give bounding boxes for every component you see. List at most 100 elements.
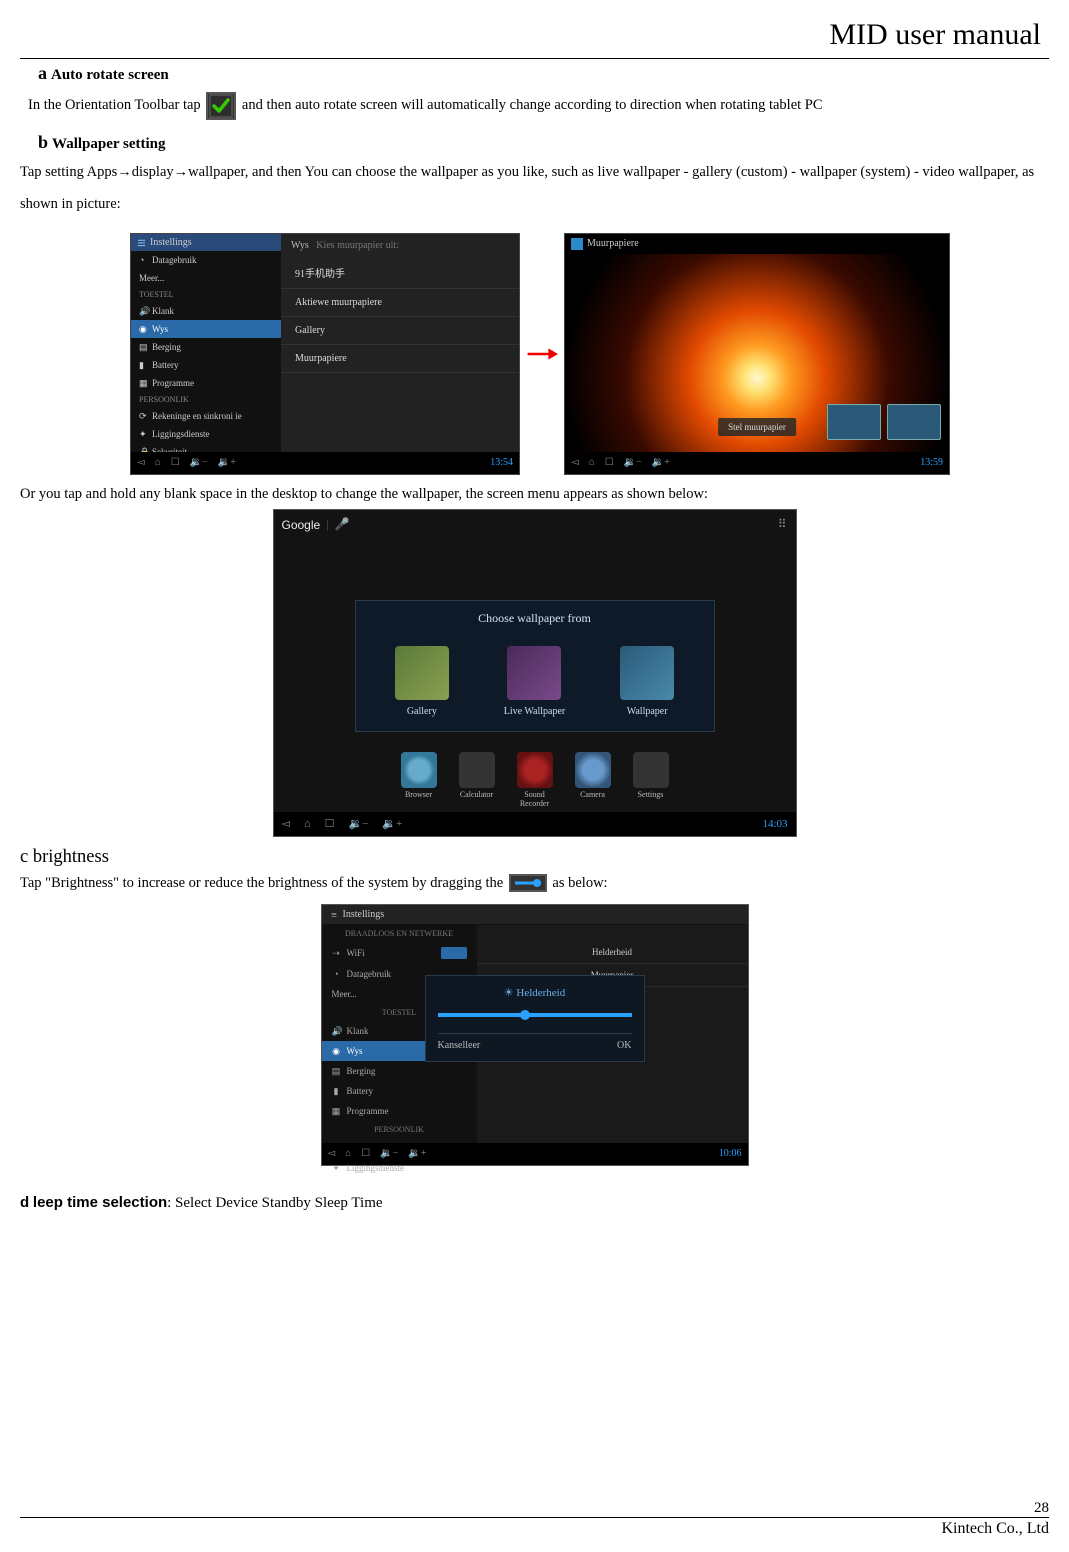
ok-button[interactable]: OK: [617, 1040, 631, 1051]
back-icon[interactable]: ◅: [328, 1148, 336, 1159]
google-search-label[interactable]: Google: [282, 518, 321, 532]
section-b-label: b: [38, 132, 48, 152]
mic-icon[interactable]: 🎤: [335, 517, 350, 532]
home-icon[interactable]: ⌂: [345, 1148, 351, 1159]
section-a-title: Auto rotate screen: [51, 67, 169, 83]
shot4-cat0: DRAADLOOS EN NETWERKE: [322, 925, 477, 942]
dialog-title: Choose wallpaper from: [366, 611, 704, 626]
shot1-item[interactable]: Berging: [152, 342, 181, 352]
footer-rule: [20, 1517, 1049, 1518]
checkbox-on-icon: [206, 92, 236, 120]
globe-icon: [401, 752, 437, 788]
data-usage-icon: ◔: [139, 255, 148, 264]
shot4-item[interactable]: WiFi: [347, 948, 365, 958]
apps-grid-icon[interactable]: ⠿: [778, 517, 788, 532]
dock-recorder[interactable]: Sound Recorder: [513, 752, 557, 808]
shot4-item-selected[interactable]: Wys: [347, 1046, 363, 1056]
shot4-item[interactable]: Battery: [347, 1086, 374, 1096]
screenshot-settings-display: Instellings ◔ Datagebruik Meer... TOESTEL…: [130, 233, 520, 475]
shot2-time: 13:59: [920, 457, 943, 468]
screenshot-brightness-dialog: ≡Instellings DRAADLOOS EN NETWERKE ⇢WiFi…: [321, 904, 749, 1166]
recent-icon[interactable]: ☐: [171, 457, 180, 468]
shot1-header: Instellings: [150, 237, 192, 248]
shot1-right-item[interactable]: Gallery: [281, 317, 519, 345]
dock-browser[interactable]: Browser: [397, 752, 441, 808]
speaker-icon: 🔊: [332, 1026, 341, 1035]
volume-down-icon[interactable]: 🔉−: [624, 457, 642, 468]
shot4-row[interactable]: Helderheid: [477, 941, 748, 964]
shot1-cat1: TOESTEL: [131, 287, 281, 302]
dock-camera[interactable]: Camera: [571, 752, 615, 808]
shot1-item[interactable]: Datagebruik: [152, 255, 196, 265]
back-icon[interactable]: ◅: [137, 457, 145, 468]
shot1-item[interactable]: Programme: [152, 378, 194, 388]
shot1-item[interactable]: Rekeninge en sinkroni ie: [152, 411, 242, 421]
brightness-slider[interactable]: [438, 1013, 632, 1017]
wallpaper-thumb[interactable]: [827, 404, 881, 440]
brightness-dialog: ☀ Helderheid Kanselleer OK: [425, 975, 645, 1062]
shot1-right-item[interactable]: Muurpapiere: [281, 345, 519, 373]
set-wallpaper-button[interactable]: Stel muurpapier: [718, 418, 796, 436]
shot1-right-item[interactable]: 91手机助手: [281, 257, 519, 289]
shot1-item[interactable]: Klank: [152, 306, 174, 316]
shot2-header: Muurpapiere: [587, 238, 639, 249]
home-icon[interactable]: ⌂: [155, 457, 161, 468]
shot1-item[interactable]: Meer...: [139, 273, 164, 283]
home-icon[interactable]: ⌂: [589, 457, 595, 468]
dock-calculator[interactable]: Calculator: [455, 752, 499, 808]
shot1-item-selected[interactable]: Wys: [152, 324, 168, 334]
page-number: 28: [20, 1500, 1049, 1517]
home-icon[interactable]: ⌂: [304, 818, 311, 830]
shot1-right-item[interactable]: Aktiewe muurpapiere: [281, 289, 519, 317]
section-c-text-before: Tap "Brightness" to increase or reduce t…: [20, 875, 507, 891]
shot4-item[interactable]: Programme: [347, 1106, 389, 1116]
volume-up-icon[interactable]: 🔉+: [408, 1148, 426, 1159]
option-wallpaper[interactable]: Wallpaper: [602, 646, 692, 717]
camera-icon: [575, 752, 611, 788]
wifi-icon: ⇢: [332, 948, 341, 957]
slider-icon: [509, 874, 547, 892]
section-d-title: leep time selection: [33, 1194, 167, 1211]
volume-up-icon[interactable]: 🔉+: [382, 817, 402, 830]
picture-icon: [571, 238, 583, 250]
shot4-item[interactable]: Datagebruik: [347, 969, 391, 979]
shot4-cat2: PERSOONLIK: [322, 1121, 477, 1138]
gallery-icon: [395, 646, 449, 700]
recent-icon[interactable]: ☐: [605, 457, 614, 468]
shot1-item[interactable]: Battery: [152, 360, 179, 370]
shot1-item[interactable]: Liggingsdienste: [152, 429, 210, 439]
footer-company: Kintech Co., Ltd: [20, 1520, 1049, 1538]
brightness-dialog-title: Helderheid: [516, 987, 565, 999]
section-d-rest: : Select Device Standby Sleep Time: [167, 1195, 382, 1211]
shot1-right-sub: Kies muurpapier uit:: [316, 240, 399, 251]
section-c-title: brightness: [33, 847, 109, 867]
recent-icon[interactable]: ☐: [325, 817, 335, 830]
settings-sliders-icon: [137, 238, 146, 247]
volume-up-icon[interactable]: 🔉+: [218, 457, 236, 468]
cancel-button[interactable]: Kanselleer: [438, 1040, 481, 1051]
back-icon[interactable]: ◅: [282, 817, 290, 830]
back-icon[interactable]: ◅: [571, 457, 579, 468]
section-a-label: a: [38, 63, 47, 83]
option-live-wallpaper[interactable]: Live Wallpaper: [489, 646, 579, 717]
volume-up-icon[interactable]: 🔉+: [652, 457, 670, 468]
apps-icon: ▦: [332, 1106, 341, 1115]
recent-icon[interactable]: ☐: [361, 1148, 370, 1159]
wallpaper-icon: [620, 646, 674, 700]
volume-down-icon[interactable]: 🔉−: [348, 817, 368, 830]
data-usage-icon: ◔: [332, 969, 341, 978]
option-gallery[interactable]: Gallery: [377, 646, 467, 717]
volume-down-icon[interactable]: 🔉−: [190, 457, 208, 468]
wifi-toggle[interactable]: [441, 947, 467, 959]
display-icon: ◉: [332, 1046, 341, 1055]
shot4-item[interactable]: Berging: [347, 1066, 376, 1076]
shot4-item[interactable]: Meer...: [332, 989, 357, 999]
page-header: MID user manual: [20, 18, 1049, 52]
screenshot-wallpaper-chooser: Muurpapiere Stel muurpapier ◅ ⌂ ☐ 🔉− 🔉+ …: [564, 233, 950, 475]
shot4-item[interactable]: Klank: [347, 1026, 369, 1036]
wallpaper-thumb[interactable]: [887, 404, 941, 440]
volume-down-icon[interactable]: 🔉−: [380, 1148, 398, 1159]
shot1-right-header: Wys: [291, 240, 309, 251]
dock-settings[interactable]: Settings: [629, 752, 673, 808]
battery-icon: ▮: [332, 1086, 341, 1095]
